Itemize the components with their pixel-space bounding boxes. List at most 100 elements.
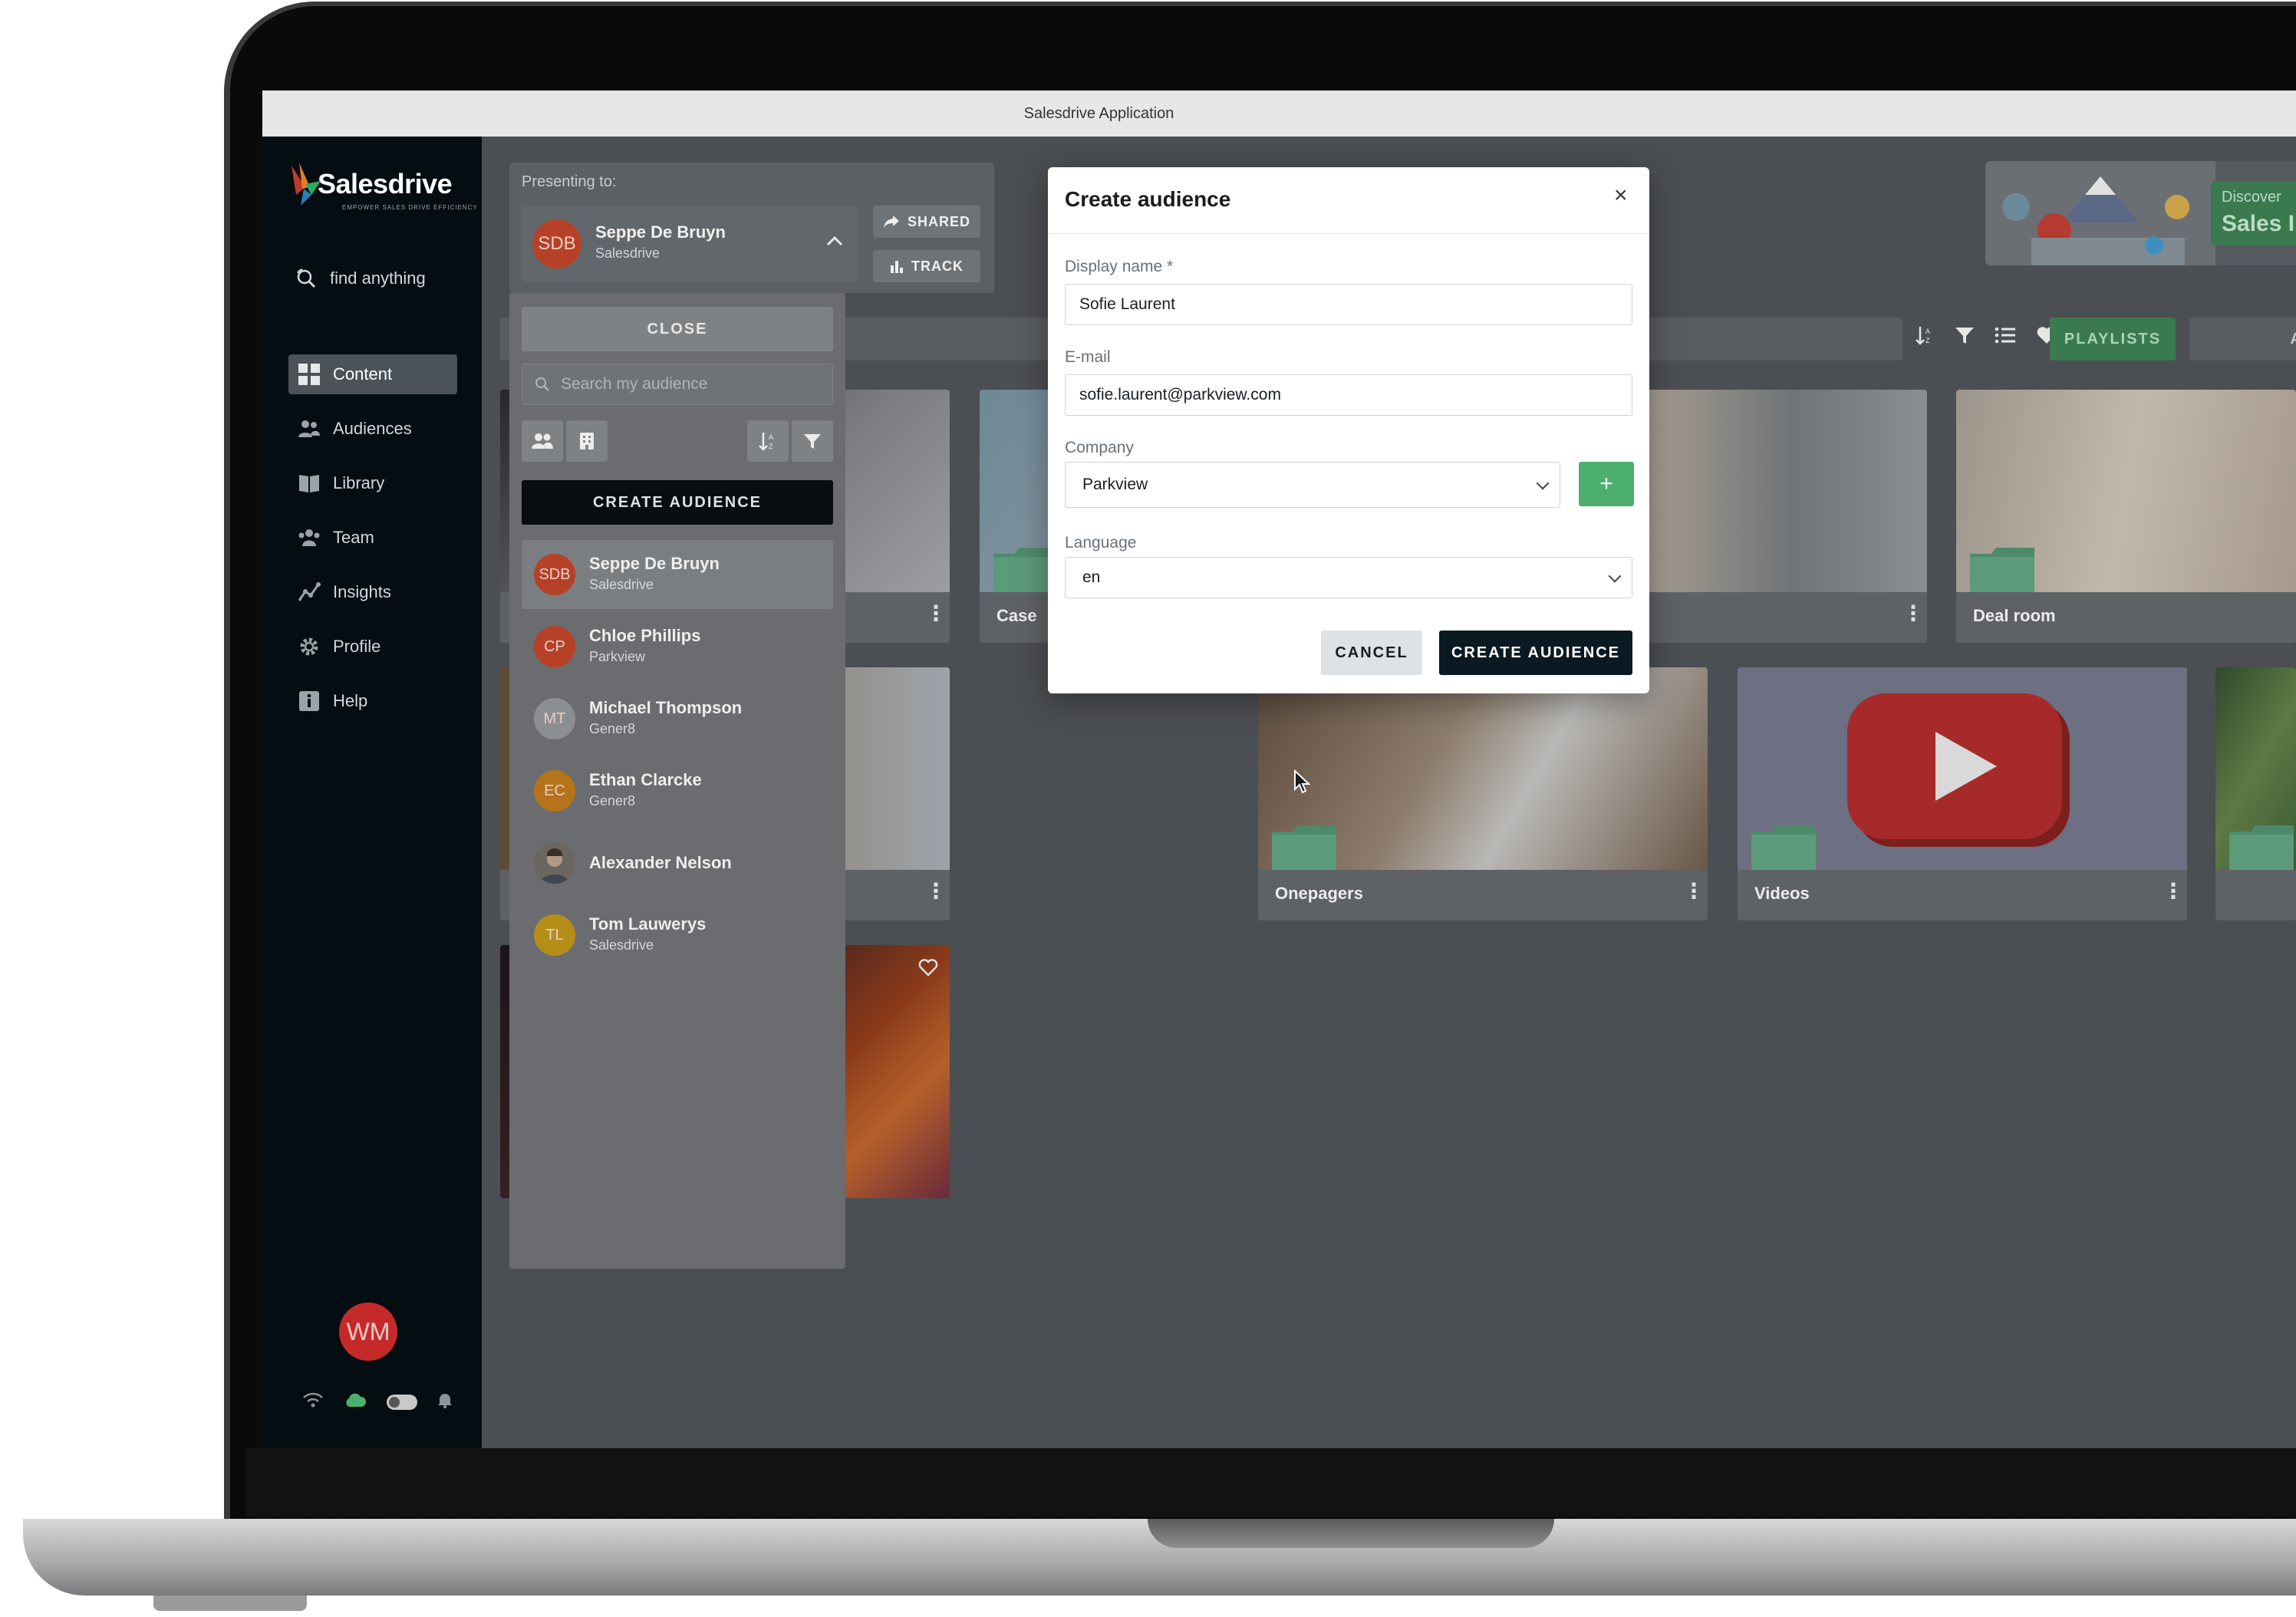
email-value: sofie.laurent@parkview.com [1079, 386, 1281, 403]
tile-onepagers[interactable]: Onepagers ⋮ [1258, 667, 1708, 920]
more-options-icon[interactable]: ⋮ [2163, 881, 2184, 902]
avatar-initials: SDB [539, 565, 571, 583]
presenting-name: Seppe De Bruyn [595, 222, 726, 242]
person-photo-icon [534, 842, 575, 884]
avatar-initials: EC [544, 782, 565, 799]
more-options-icon[interactable]: ⋮ [925, 603, 947, 624]
language-value: en [1082, 568, 1101, 586]
laptop-chin [245, 1448, 2296, 1517]
list-item[interactable]: EC Ethan Clarcke Gener8 [522, 756, 833, 825]
folder-icon [1970, 548, 2034, 592]
presenting-audience-selector[interactable]: SDB Seppe De Bruyn Salesdrive [522, 206, 858, 282]
banner-cta: Discover Sales I [2211, 181, 2296, 245]
email-label: E-mail [1065, 348, 1111, 366]
track-button[interactable]: TRACK [873, 250, 980, 282]
add-company-button[interactable]: + [1579, 462, 1634, 506]
bell-icon[interactable] [437, 1391, 453, 1413]
email-field[interactable]: sofie.laurent@parkview.com [1065, 374, 1632, 416]
chevron-down-icon [1536, 476, 1550, 490]
mouse-cursor-icon [1294, 769, 1311, 794]
sort-button[interactable]: AZ [747, 420, 789, 462]
list-item[interactable]: Alexander Nelson [522, 828, 833, 897]
more-options-icon[interactable]: ⋮ [1683, 881, 1705, 902]
cancel-button[interactable]: CANCEL [1321, 631, 1422, 675]
company-filter-button[interactable] [566, 420, 608, 462]
wifi-icon [302, 1391, 324, 1413]
presenting-box: Presenting to: SDB Seppe De Bruyn Salesd… [509, 163, 994, 293]
tile-sustainability-overlay [2215, 667, 2296, 920]
bar-chart-icon [891, 261, 903, 273]
sidebar-item-profile[interactable]: Profile [288, 627, 457, 667]
sidebar-item-audiences[interactable]: Audiences [288, 409, 457, 449]
sidebar-item-label: Library [333, 473, 385, 492]
filter-icon[interactable] [1955, 325, 1975, 349]
chart-icon [298, 581, 321, 604]
tile-label: Videos [1754, 884, 1810, 903]
window-titlebar: Salesdrive Application [262, 91, 2296, 137]
display-name-field[interactable]: Sofie Laurent [1065, 284, 1632, 325]
avatar-photo [534, 842, 575, 884]
modal-title: Create audience [1065, 187, 1231, 211]
discover-banner[interactable]: Discover Sales I [1985, 161, 2296, 265]
cloud-icon [344, 1391, 367, 1413]
audience-name: Michael Thompson [589, 698, 743, 717]
sidebar-item-team[interactable]: Team [288, 518, 457, 558]
create-audience-button[interactable]: CREATE AUDIENCE [1439, 631, 1632, 675]
audience-company: Gener8 [589, 721, 636, 736]
tile-label: Deal room [1973, 606, 2056, 625]
folder-icon [2229, 825, 2294, 870]
sidebar-item-content[interactable]: Content [288, 354, 457, 394]
sidebar-item-label: Profile [333, 637, 381, 656]
tile-deal-room[interactable]: Deal room [1956, 390, 2296, 643]
sidebar-item-library[interactable]: Library [288, 463, 457, 503]
banner-line1: Discover [2222, 189, 2281, 206]
close-button[interactable]: CLOSE [522, 307, 833, 351]
list-item[interactable]: CP Chloe Phillips Parkview [522, 612, 833, 681]
search-icon [297, 268, 316, 288]
filter-button[interactable] [792, 420, 833, 462]
people-filter-button[interactable] [522, 420, 563, 462]
tile-videos[interactable]: Videos ⋮ [1738, 667, 2187, 920]
list-item[interactable]: TL Tom Lauwerys Salesdrive [522, 901, 833, 970]
book-icon [298, 472, 321, 495]
audience-list: SDB Seppe De Bruyn Salesdrive CP Chloe P… [522, 540, 833, 973]
more-options-icon[interactable]: ⋮ [1902, 603, 1924, 624]
list-view-icon[interactable] [1995, 325, 2016, 349]
company-select[interactable]: Parkview [1065, 462, 1560, 508]
favorite-heart-icon[interactable] [917, 957, 939, 977]
laptop-notch [1148, 1519, 1554, 1548]
sort-icon: AZ [759, 433, 773, 451]
avatar-initials: SDB [538, 233, 576, 254]
brand-logo[interactable]: Salesdrive EMPOWER SALES DRIVE EFFICIENC… [288, 161, 477, 211]
grid-icon [298, 363, 321, 386]
find-anything-button[interactable]: find anything [295, 267, 426, 290]
user-avatar[interactable]: WM [339, 1302, 397, 1361]
share-arrow-icon [883, 216, 899, 228]
window-title: Salesdrive Application [1023, 104, 1174, 122]
user-initials: WM [346, 1317, 390, 1345]
svg-text:Z: Z [1925, 337, 1930, 344]
building-icon [580, 433, 594, 450]
list-item[interactable]: SDB Seppe De Bruyn Salesdrive [522, 540, 833, 609]
language-select[interactable]: en [1065, 557, 1632, 598]
sort-icon[interactable]: AZ [1915, 325, 1935, 349]
shared-button[interactable]: SHARED [873, 206, 980, 238]
chevron-up-icon[interactable] [825, 229, 844, 252]
audience-company: Salesdrive [589, 937, 654, 953]
more-options-icon[interactable]: ⋮ [925, 881, 947, 902]
audience-search-field[interactable]: Search my audience [522, 364, 833, 405]
close-icon[interactable]: × [1614, 183, 1628, 209]
status-bar [302, 1391, 453, 1413]
playlists-button[interactable]: PLAYLISTS [2050, 318, 2176, 361]
all-button[interactable]: A [2189, 318, 2296, 361]
mode-toggle[interactable] [387, 1395, 417, 1410]
display-name-value: Sofie Laurent [1079, 295, 1175, 313]
sidebar-item-help[interactable]: Help [288, 681, 457, 721]
screen: Salesdrive Application Salesdrive EMPOWE… [262, 91, 2296, 1448]
company-value: Parkview [1082, 476, 1148, 493]
create-audience-panel-button[interactable]: CREATE AUDIENCE [522, 480, 833, 525]
sidebar-item-insights[interactable]: Insights [288, 572, 457, 612]
list-item[interactable]: MT Michael Thompson Gener8 [522, 684, 833, 753]
filter-icon [804, 434, 821, 449]
svg-text:Z: Z [769, 443, 773, 450]
